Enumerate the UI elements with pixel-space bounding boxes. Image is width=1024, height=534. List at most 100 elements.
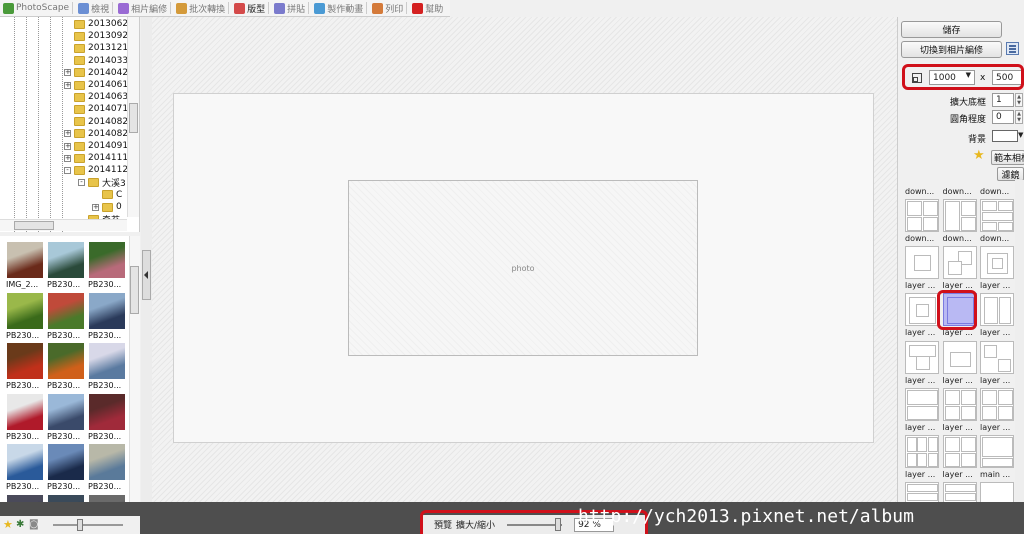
menu-item-animated-gif[interactable]: 製作動畫 (311, 0, 366, 17)
tree-folder-item[interactable]: +0 (92, 201, 122, 213)
template-item[interactable]: down... (905, 199, 939, 243)
folder-tree-vertical-scrollbar[interactable] (127, 17, 139, 217)
background-color-swatch[interactable] (992, 130, 1018, 142)
photo-thumbnail[interactable]: PB230... (88, 343, 126, 391)
photo-thumbnail[interactable]: PB230... (6, 292, 44, 341)
tree-folder-item[interactable]: - 2014112 (64, 164, 128, 176)
photo-thumbnail[interactable]: PB230... (47, 292, 85, 341)
template-item[interactable]: layer ... (980, 387, 1014, 432)
collapse-icon[interactable]: - (78, 179, 85, 187)
photo-thumbnail[interactable]: PB230... (47, 444, 85, 492)
photo-thumbnail[interactable]: PB230... (47, 343, 85, 391)
expand-icon[interactable]: + (64, 154, 71, 162)
tree-folder-item[interactable]: - 大溪3 (78, 176, 126, 190)
expand-icon[interactable]: + (64, 142, 71, 150)
tree-folder-item[interactable]: 2014071 (64, 103, 128, 115)
corner-spinner[interactable]: ▲ ▼ (1015, 110, 1023, 124)
template-item[interactable]: layer ... (905, 435, 939, 479)
template-scrollbar[interactable] (1015, 180, 1024, 510)
photo-slot[interactable]: photo (348, 180, 698, 356)
tree-folder-item[interactable]: +2014061 (64, 79, 128, 91)
template-item[interactable]: layer ... (942, 340, 977, 385)
template-item[interactable]: layer ... (905, 340, 939, 385)
template-item[interactable]: down... (942, 199, 977, 243)
collapse-icon[interactable]: - (64, 166, 71, 174)
scroll-thumb[interactable] (129, 103, 138, 133)
folder-tree-horizontal-scrollbar[interactable] (0, 219, 127, 231)
scroll-thumb[interactable] (130, 266, 139, 314)
template-item[interactable]: layer ... (980, 246, 1014, 290)
template-cell (960, 389, 976, 405)
menu-item-batch[interactable]: 批次轉換 (173, 0, 228, 17)
template-item[interactable]: down... (980, 185, 1014, 197)
tree-folder-item[interactable]: 2014033 (64, 55, 128, 67)
folder-tree[interactable]: 2013062 2013092 2013121 2014033 +2014042 +201… (0, 17, 140, 232)
template-item[interactable]: layer ... (905, 387, 939, 432)
tree-folder-item[interactable]: 2014063 (64, 91, 128, 103)
camera-icon[interactable]: ◙ (29, 520, 39, 530)
menu-item-combine[interactable]: 拼貼 (271, 0, 308, 17)
tree-folder-item[interactable]: +2014042 (64, 67, 128, 79)
template-item[interactable]: layer ... (942, 435, 977, 479)
photo-thumbnail[interactable]: PB230... (88, 242, 126, 290)
template-item[interactable]: layer ... (980, 293, 1014, 337)
template-item[interactable]: main ... (980, 435, 1014, 479)
photo-thumbnail[interactable]: PB230... (47, 393, 85, 442)
refresh-icon[interactable]: ✱ (16, 520, 26, 530)
menu-item-page[interactable]: 版型 (231, 0, 268, 17)
sample-frame-button[interactable]: 範本相框 (991, 150, 1024, 165)
template-item[interactable]: layer ... (905, 246, 939, 290)
template-item[interactable]: down... (943, 185, 977, 197)
filter-button[interactable]: 濾鏡 (997, 167, 1024, 181)
margin-spinner[interactable]: ▲ ▼ (1015, 93, 1023, 107)
photo-thumbnail[interactable]: PB230... (6, 343, 44, 391)
expand-icon[interactable]: + (64, 130, 71, 138)
photo-thumbnail[interactable]: PB230... (88, 292, 126, 341)
splitter-collapse-handle[interactable] (142, 250, 151, 300)
template-cell (944, 389, 960, 405)
photo-thumbnail[interactable]: PB230... (47, 242, 85, 290)
thumbnail-filename: PB230... (88, 381, 122, 390)
expand-icon[interactable]: + (92, 203, 99, 211)
menu-item-viewer[interactable]: 檢視 (75, 0, 112, 17)
tree-folder-item[interactable]: 2013062 (64, 18, 128, 30)
template-preview (980, 435, 1014, 468)
photo-thumbnail[interactable]: PB230... (88, 393, 126, 442)
corner-input[interactable]: 0 (992, 110, 1014, 124)
expand-icon[interactable]: + (64, 81, 71, 89)
expand-icon[interactable]: + (64, 69, 71, 77)
thumbnail-scrollbar[interactable] (129, 236, 140, 516)
photo-thumbnail[interactable]: PB230... (6, 444, 44, 492)
tree-folder-item[interactable]: 2014082 (64, 116, 128, 128)
photo-thumbnail[interactable]: PB230... (6, 393, 44, 442)
template-item[interactable]: layer ... (905, 293, 939, 337)
star-icon[interactable]: ★ (3, 519, 13, 530)
thumbnail-size-slider[interactable] (53, 519, 123, 531)
tree-folder-item[interactable]: 2013092 (64, 30, 128, 42)
tree-folder-item[interactable]: +2014091 (64, 140, 128, 152)
save-button[interactable]: 儲存 (901, 21, 1002, 38)
menu-item-editor[interactable]: 相片編修 (115, 0, 170, 17)
thumbnail-filename: PB230... (47, 482, 81, 491)
photo-thumbnail[interactable]: IMG_2... (6, 242, 44, 290)
slider-thumb[interactable] (77, 519, 83, 531)
tree-folder-item[interactable]: C (92, 189, 122, 201)
template-item[interactable]: down... (980, 199, 1014, 243)
switch-to-editor-button[interactable]: 切換到相片編修 (901, 41, 1002, 58)
template-item[interactable]: down... (905, 185, 939, 197)
photo-thumbnail[interactable]: PB230... (88, 444, 126, 492)
template-item[interactable]: layer ... (942, 246, 977, 290)
tree-folder-item[interactable]: +2014111 (64, 152, 128, 164)
list-view-icon[interactable] (1006, 42, 1019, 55)
template-item[interactable]: layer ... (942, 387, 977, 432)
menu-item-photoscape[interactable]: PhotoScape (0, 0, 72, 17)
tree-folder-item[interactable]: +2014082 (64, 128, 128, 140)
thumbnail-image (7, 292, 43, 329)
menu-item-print[interactable]: 列印 (369, 0, 406, 17)
margin-input[interactable]: 1 (992, 93, 1014, 107)
scroll-thumb[interactable] (14, 221, 54, 230)
tree-folder-item[interactable]: 2013121 (64, 42, 128, 54)
template-item[interactable]: layer ... (980, 340, 1014, 385)
menu-item-help[interactable]: 幫助 (409, 0, 446, 17)
dropdown-arrow-icon[interactable]: ▼ (1018, 131, 1023, 139)
